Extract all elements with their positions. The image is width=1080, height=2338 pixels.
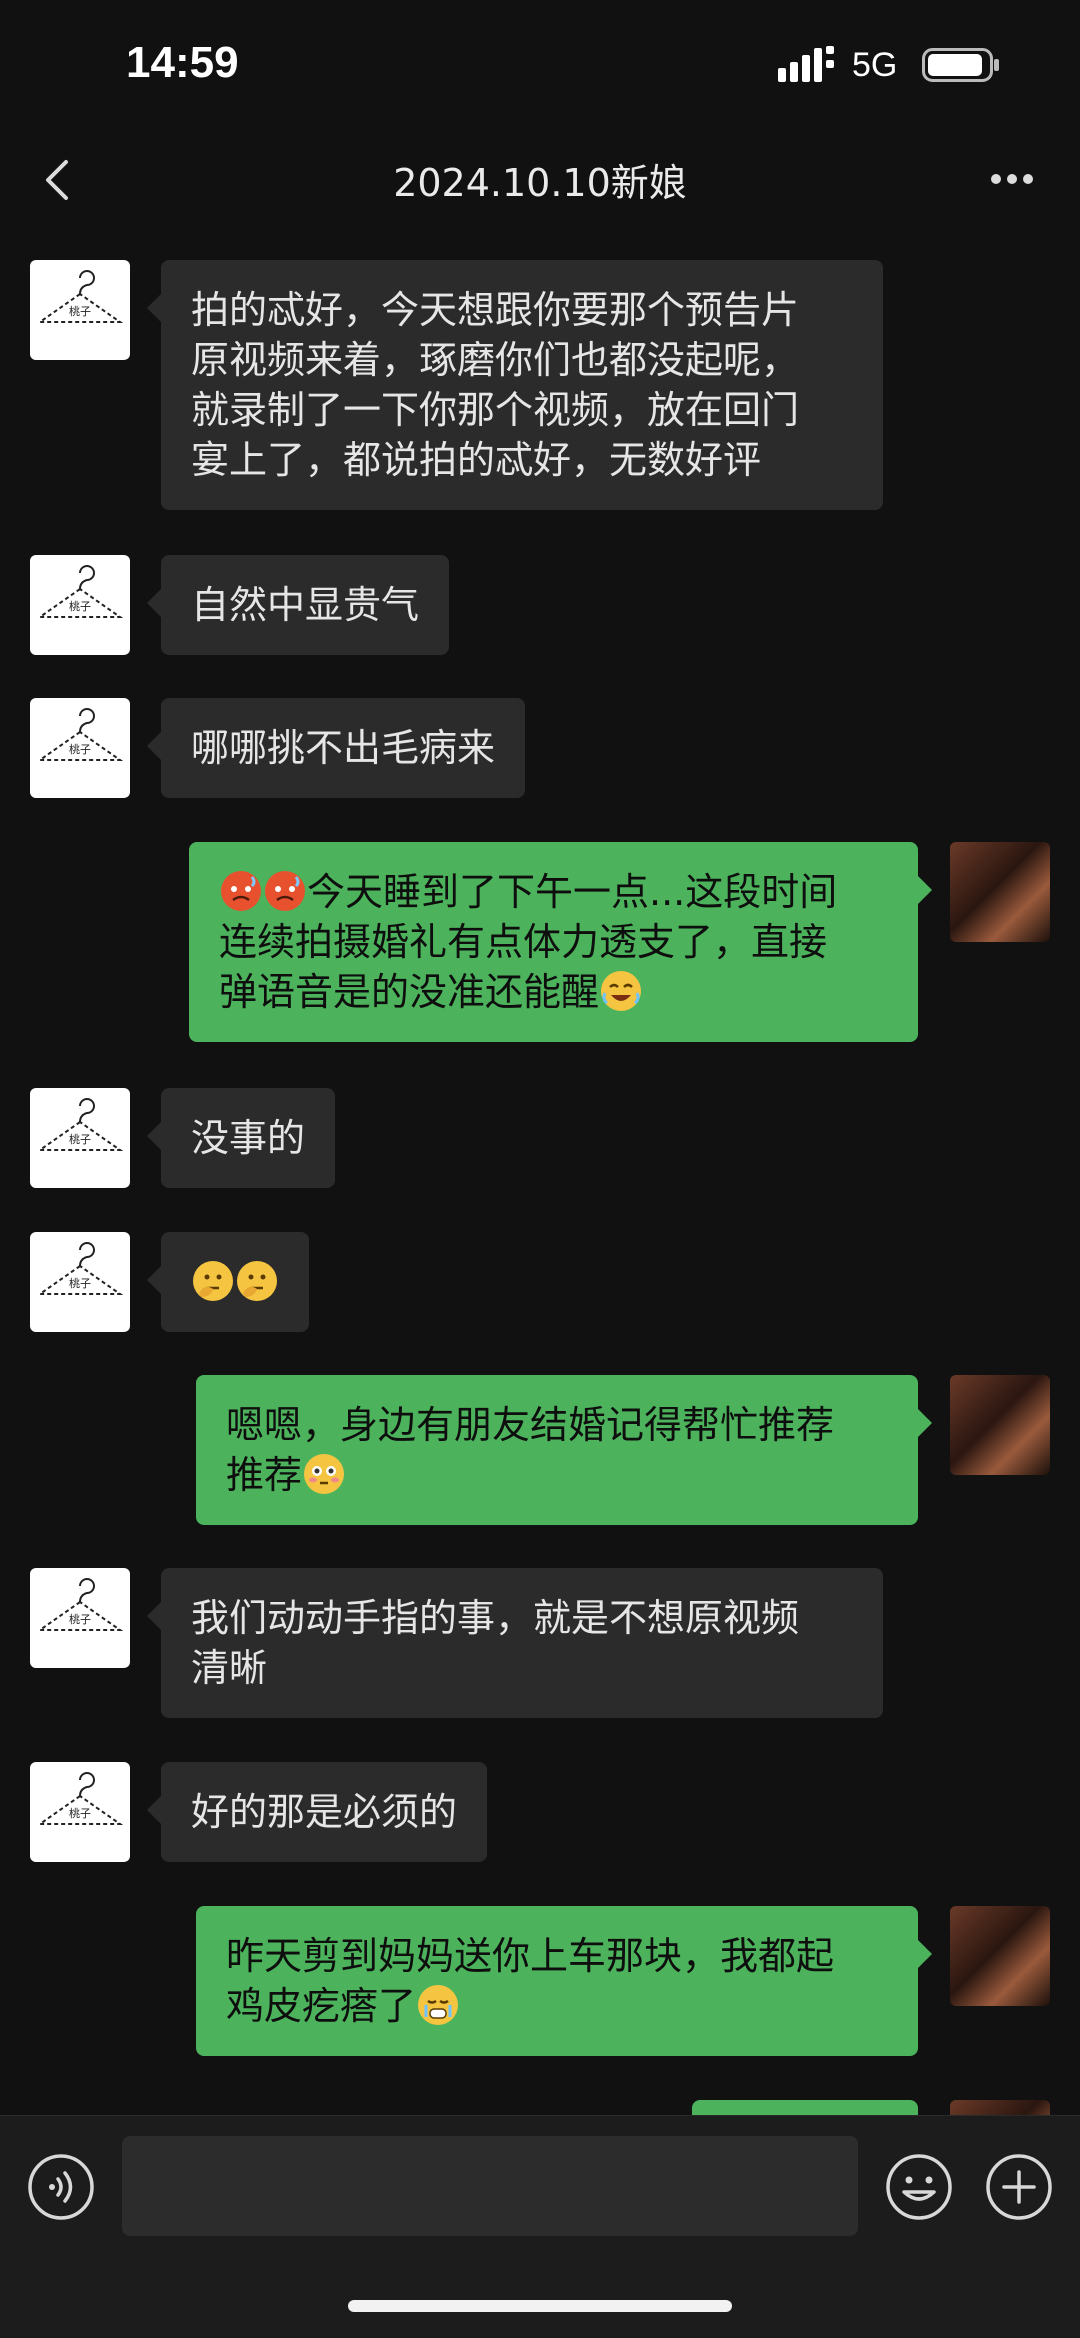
message-bubble[interactable]: 我们动动手指的事，就是不想原视频 清晰 (147, 1568, 883, 1718)
network-label: 5G (852, 46, 898, 84)
message-bubble[interactable]: 昨天剪到妈妈送你上车那块，我都起 鸡皮疙瘩了 (196, 1906, 932, 2056)
battery-icon (922, 48, 999, 82)
chat-title: 2024.10.10新娘 (393, 161, 687, 205)
crying-face-emoji (416, 1983, 460, 2027)
hanger-logo-icon (30, 698, 130, 798)
message-line: 宴上了，都说拍的忒好，无数好评 (191, 438, 762, 482)
message-bubble[interactable]: 没事的 (147, 1088, 336, 1188)
message-line: 嗯嗯，身边有朋友结婚记得帮忙推荐 (226, 1403, 835, 1447)
avatar[interactable] (30, 555, 130, 655)
message-line: 今天睡到了下午一点...这段时间 (307, 870, 838, 914)
hanger-logo-icon (30, 555, 130, 655)
hot-face-emoji (263, 869, 307, 913)
avatar[interactable] (950, 2100, 1050, 2115)
message-bubble[interactable] (692, 2100, 918, 2115)
message-bubble[interactable]: 哪哪挑不出毛病来 (147, 698, 526, 798)
avatar[interactable] (950, 1906, 1050, 2006)
message-input[interactable] (122, 2136, 858, 2236)
message-bubble[interactable]: 嗯嗯，身边有朋友结婚记得帮忙推荐 推荐 (196, 1375, 932, 1525)
thinking-face-emoji (235, 1259, 279, 1303)
hanger-logo-icon (30, 260, 130, 360)
status-bar: 14:59 5G (0, 0, 1080, 130)
chat-area[interactable]: 拍的忒好，今天想跟你要那个预告片 原视频来着，琢磨你们也都没起呢， 就录制了一下… (0, 230, 1080, 2115)
message-bubble[interactable]: 自然中显贵气 (147, 555, 450, 655)
message-line: 拍的忒好，今天想跟你要那个预告片 (191, 288, 800, 332)
hanger-logo-icon (30, 1568, 130, 1668)
message-line: 连续拍摄婚礼有点体力透支了，直接 (219, 920, 828, 964)
more-dots-icon (991, 174, 1033, 184)
avatar[interactable] (950, 842, 1050, 942)
hanger-logo-icon (30, 1232, 130, 1332)
message-line: 我们动动手指的事，就是不想原视频 (191, 1596, 800, 1640)
hanger-logo-icon (30, 1762, 130, 1862)
message-line: 原视频来着，琢磨你们也都没起呢， (191, 338, 800, 382)
more-button[interactable] (980, 154, 1044, 204)
message-line: 好的那是必须的 (191, 1790, 458, 1834)
laughing-tears-emoji (599, 969, 643, 1013)
avatar[interactable] (30, 1088, 130, 1188)
flushed-face-emoji (302, 1452, 346, 1496)
message-bubble[interactable]: 拍的忒好，今天想跟你要那个预告片 原视频来着，琢磨你们也都没起呢， 就录制了一下… (147, 260, 883, 510)
nav-bar: 2024.10.10新娘 (0, 130, 1080, 230)
message-line: 自然中显贵气 (191, 583, 420, 627)
avatar[interactable] (30, 1568, 130, 1668)
message-bubble[interactable]: 今天睡到了下午一点...这段时间 连续拍摄婚礼有点体力透支了，直接 弹语音是的没… (189, 842, 932, 1042)
hanger-logo-icon (30, 1088, 130, 1188)
home-indicator[interactable] (348, 2300, 732, 2312)
avatar[interactable] (30, 698, 130, 798)
message-line: 没事的 (191, 1116, 306, 1160)
message-line: 昨天剪到妈妈送你上车那块，我都起 (226, 1934, 835, 1978)
hot-face-emoji (219, 869, 263, 913)
status-time: 14:59 (126, 38, 239, 87)
message-line: 清晰 (191, 1646, 268, 1690)
message-line: 鸡皮疙瘩了 (226, 1984, 417, 2028)
avatar[interactable] (30, 260, 130, 360)
message-bubble[interactable]: 好的那是必须的 (147, 1762, 488, 1862)
message-bubble[interactable] (147, 1232, 309, 1332)
message-line: 推荐 (226, 1453, 303, 1497)
signal-icon (778, 46, 834, 82)
avatar[interactable] (950, 1375, 1050, 1475)
voice-icon[interactable] (26, 2152, 96, 2222)
message-line: 就录制了一下你那个视频，放在回门 (191, 388, 800, 432)
avatar[interactable] (30, 1762, 130, 1862)
message-line: 哪哪挑不出毛病来 (191, 726, 496, 770)
message-line: 弹语音是的没准还能醒 (219, 970, 600, 1014)
plus-icon[interactable] (984, 2152, 1054, 2222)
thinking-face-emoji (191, 1259, 235, 1303)
avatar[interactable] (30, 1232, 130, 1332)
emoji-icon[interactable] (884, 2152, 954, 2222)
